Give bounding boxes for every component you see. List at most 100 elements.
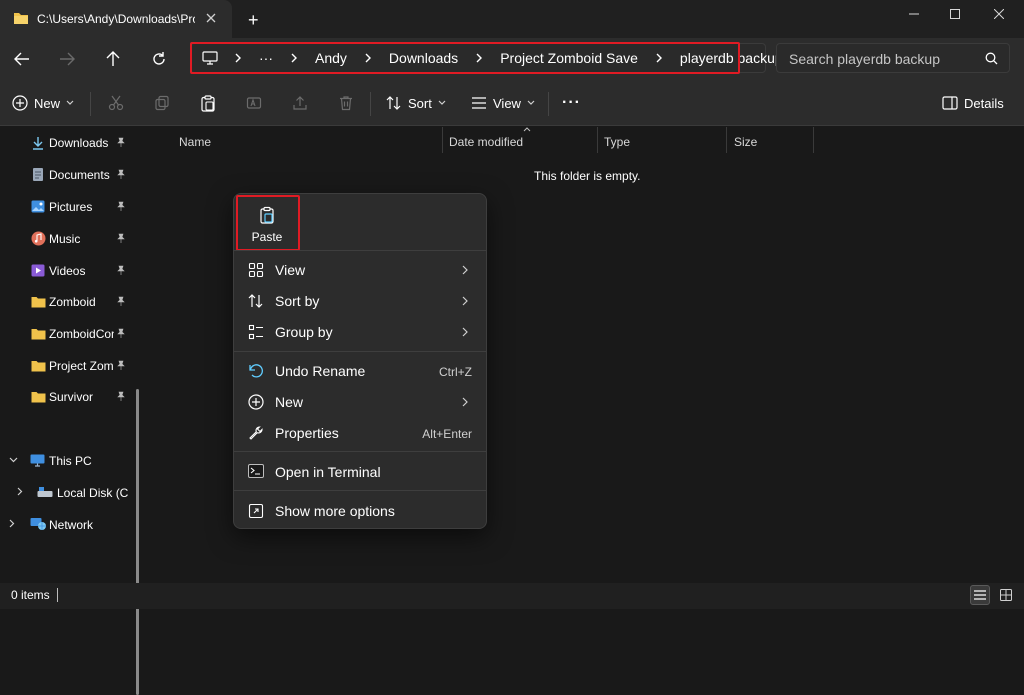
sort-button[interactable]: Sort bbox=[386, 92, 446, 114]
column-header-type[interactable]: Type bbox=[604, 135, 630, 149]
new-button[interactable]: New bbox=[12, 92, 74, 114]
column-header-date-modified[interactable]: Date modified bbox=[449, 135, 523, 149]
paste-toolbar-button[interactable] bbox=[200, 92, 216, 114]
sidebar-item-videos[interactable]: Videos bbox=[0, 259, 136, 283]
chevron-down-icon bbox=[66, 100, 74, 105]
window-tab[interactable]: C:\Users\Andy\Downloads\Project Zomboid … bbox=[0, 0, 232, 38]
menu-item-label: Show more options bbox=[275, 503, 395, 519]
chevron-right-icon bbox=[462, 296, 468, 306]
trash-icon bbox=[340, 96, 352, 111]
empty-folder-message: This folder is empty. bbox=[534, 169, 641, 183]
grid-icon bbox=[248, 262, 264, 278]
chevron-right-icon[interactable] bbox=[17, 487, 23, 496]
navigation-bar: ··· Andy Downloads Project Zomboid Save … bbox=[0, 38, 1024, 80]
close-button[interactable] bbox=[976, 0, 1022, 28]
menu-item-group-by[interactable]: Group by bbox=[238, 317, 482, 347]
menu-divider bbox=[234, 451, 486, 452]
sidebar-item-documents[interactable]: Documents bbox=[0, 163, 136, 187]
column-header-size[interactable]: Size bbox=[734, 135, 757, 149]
sidebar-item-label: Videos bbox=[49, 264, 86, 278]
chevron-right-icon bbox=[462, 265, 468, 275]
pin-icon bbox=[116, 360, 126, 370]
view-button[interactable]: View bbox=[471, 92, 535, 114]
sidebar-scrollbar[interactable] bbox=[136, 389, 139, 695]
menu-item-undo-rename[interactable]: Undo Rename Ctrl+Z bbox=[238, 356, 482, 386]
maximize-button[interactable] bbox=[932, 0, 978, 28]
forward-button[interactable] bbox=[53, 46, 81, 72]
drive-icon bbox=[37, 486, 53, 498]
column-divider[interactable] bbox=[726, 127, 727, 153]
tiles-view-button[interactable] bbox=[996, 585, 1016, 605]
view-label: View bbox=[493, 95, 521, 111]
menu-item-show-more-options[interactable]: Show more options bbox=[238, 496, 482, 526]
chevron-right-icon[interactable] bbox=[9, 519, 15, 528]
tiles-view-icon bbox=[1000, 589, 1012, 601]
menu-item-label: Sort by bbox=[275, 293, 320, 309]
menu-item-label: Undo Rename bbox=[275, 363, 366, 379]
view-list-icon bbox=[472, 97, 486, 109]
clipboard-icon bbox=[201, 94, 215, 112]
item-count: 0 items bbox=[11, 588, 50, 602]
details-button[interactable]: Details bbox=[942, 92, 1004, 114]
sidebar-item-label: Documents bbox=[49, 168, 110, 182]
folder-icon bbox=[13, 11, 29, 25]
cut-button[interactable] bbox=[108, 92, 124, 114]
copy-button[interactable] bbox=[154, 92, 170, 114]
sort-label: Sort bbox=[408, 95, 432, 111]
menu-item-properties[interactable]: Properties Alt+Enter bbox=[238, 418, 482, 448]
up-button[interactable] bbox=[99, 46, 127, 72]
title-bar: C:\Users\Andy\Downloads\Project Zomboid … bbox=[0, 0, 1024, 38]
sidebar-item-zomboidconfig[interactable]: ZomboidConfig bbox=[0, 322, 136, 346]
sidebar-item-downloads[interactable]: Downloads bbox=[0, 131, 136, 155]
network-icon bbox=[30, 517, 46, 531]
videos-icon bbox=[31, 264, 45, 277]
more-options-button[interactable]: ··· bbox=[562, 92, 581, 114]
sidebar-item-music[interactable]: Music bbox=[0, 227, 136, 251]
chevron-down-icon[interactable] bbox=[9, 457, 18, 463]
details-view-button[interactable] bbox=[970, 585, 990, 605]
pin-icon bbox=[116, 137, 126, 147]
new-tab-button[interactable]: + bbox=[248, 10, 259, 31]
column-header-name[interactable]: Name bbox=[179, 135, 211, 149]
share-button[interactable] bbox=[292, 92, 308, 114]
column-divider[interactable] bbox=[813, 127, 814, 153]
undo-icon bbox=[248, 363, 264, 379]
refresh-button[interactable] bbox=[145, 46, 173, 72]
menu-item-open-in-terminal[interactable]: Open in Terminal bbox=[238, 457, 482, 487]
column-divider[interactable] bbox=[442, 127, 443, 153]
sidebar-item-survivor[interactable]: Survivor bbox=[0, 385, 136, 409]
menu-item-label: Open in Terminal bbox=[275, 464, 381, 480]
divider bbox=[548, 92, 549, 116]
pictures-icon bbox=[31, 200, 45, 213]
search-icon[interactable] bbox=[985, 52, 998, 65]
pin-icon bbox=[116, 328, 126, 338]
menu-item-view[interactable]: View bbox=[238, 255, 482, 285]
sidebar-item-network[interactable]: Network bbox=[0, 513, 136, 537]
sidebar-item-label: Music bbox=[49, 232, 81, 246]
menu-item-label: Properties bbox=[275, 425, 339, 441]
delete-button[interactable] bbox=[338, 92, 354, 114]
menu-item-shortcut: Ctrl+Z bbox=[439, 365, 472, 379]
copy-icon bbox=[155, 95, 169, 111]
minimize-button[interactable] bbox=[891, 0, 937, 28]
menu-item-sort-by[interactable]: Sort by bbox=[238, 286, 482, 316]
status-bar: 0 items bbox=[0, 583, 1024, 609]
sidebar-item-local-disk[interactable]: Local Disk (C:) bbox=[0, 481, 136, 505]
sidebar-item-pictures[interactable]: Pictures bbox=[0, 195, 136, 219]
sidebar-item-zomboid[interactable]: Zomboid bbox=[0, 290, 136, 314]
sidebar-item-project-zomboid-save[interactable]: Project Zomboid Save bbox=[0, 354, 136, 378]
sidebar-item-this-pc[interactable]: This PC bbox=[0, 449, 136, 473]
music-icon bbox=[31, 231, 46, 246]
minimize-icon bbox=[909, 13, 919, 15]
column-divider[interactable] bbox=[597, 127, 598, 153]
rename-button[interactable] bbox=[246, 92, 262, 114]
plus-circle-icon bbox=[12, 95, 28, 111]
context-menu: Paste View Sort by Group by Undo Rename … bbox=[233, 193, 487, 529]
close-tab-icon[interactable] bbox=[205, 12, 217, 24]
menu-divider bbox=[234, 351, 486, 352]
text-cursor bbox=[57, 588, 58, 602]
back-button[interactable] bbox=[8, 46, 36, 72]
menu-item-new[interactable]: New bbox=[238, 387, 482, 417]
wrench-icon bbox=[248, 425, 264, 441]
search-input[interactable]: Search playerdb backup bbox=[776, 43, 1010, 73]
